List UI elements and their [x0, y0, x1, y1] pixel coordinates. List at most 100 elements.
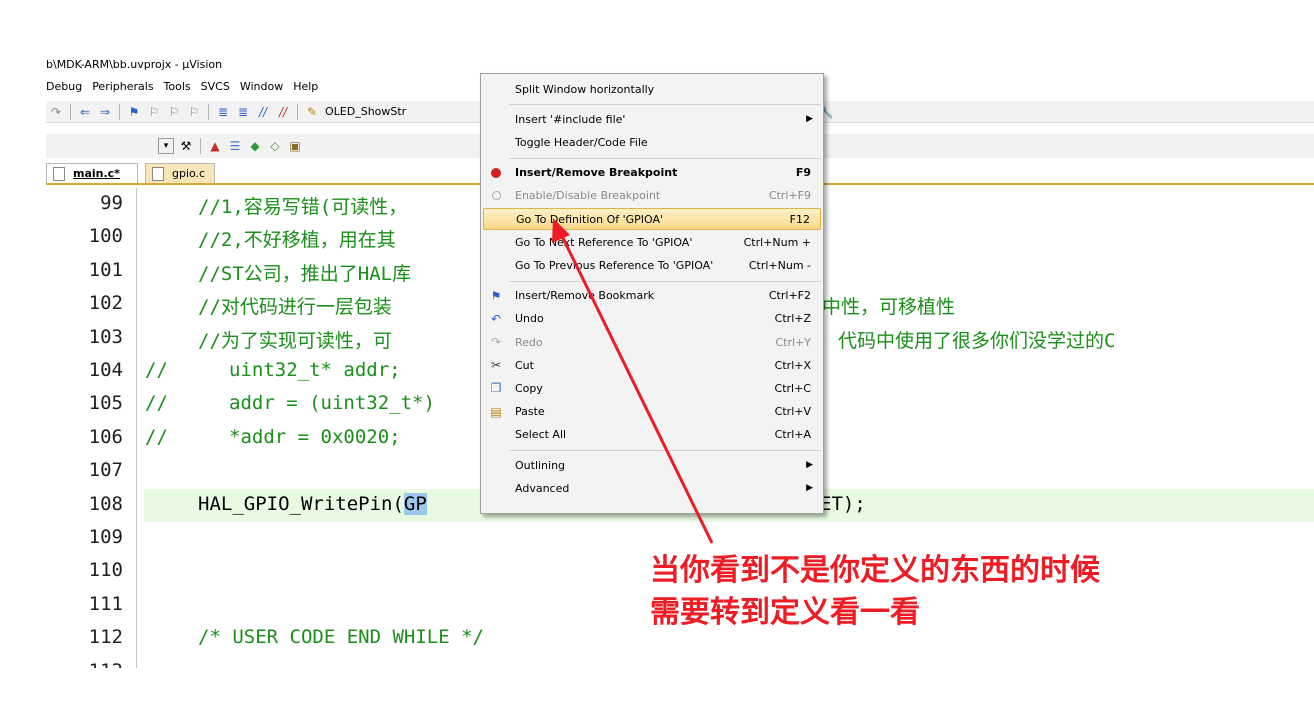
menu-item-label: Go To Definition Of 'GPIOA': [516, 212, 664, 226]
menu-item-paste[interactable]: ▤ Paste Ctrl+V: [483, 401, 821, 423]
code-line[interactable]: 113: [46, 656, 1314, 668]
comment-marker: //: [145, 359, 168, 381]
code-segment: /* USER CODE END WHILE */: [198, 626, 484, 649]
selected-identifier: GP: [403, 492, 427, 515]
pack-installer-icon[interactable]: ◇: [267, 138, 283, 154]
menu-peripherals[interactable]: Peripherals: [92, 80, 153, 96]
menu-svcs[interactable]: SVCS: [201, 80, 230, 96]
menu-window[interactable]: Window: [240, 80, 283, 96]
menu-debug[interactable]: Debug: [46, 80, 82, 96]
submenu-arrow-icon: ▶: [806, 460, 813, 470]
menu-item-go-to-previous-reference-to-gpioa[interactable]: Go To Previous Reference To 'GPIOA' Ctrl+…: [483, 254, 821, 276]
line-number: 113: [46, 660, 123, 668]
code-segment: //对代码进行一层包装: [198, 296, 392, 319]
line-number: 112: [88, 626, 123, 649]
menu-item-toggle-header-code-file[interactable]: Toggle Header/Code File: [483, 131, 821, 153]
code-text: addr = (uint32_t*): [229, 392, 435, 414]
line-number: 111: [88, 592, 123, 615]
menu-item-shortcut: Ctrl+A: [774, 428, 811, 442]
code-segment: //ST公司，推出了HAL库: [198, 262, 412, 285]
redo-icon[interactable]: ↷: [48, 104, 64, 120]
menu-item-label: Go To Next Reference To 'GPIOA': [515, 235, 693, 249]
menu-item-split-window-horizontally[interactable]: Split Window horizontally: [483, 78, 821, 100]
menu-item-advanced[interactable]: Advanced ▶: [483, 477, 821, 499]
clear-bookmarks-icon[interactable]: ⚐: [186, 104, 202, 120]
code-segment: //为了实现可读性，可: [198, 329, 392, 352]
menu-item-enable-disable-breakpoint[interactable]: Enable/Disable Breakpoint Ctrl+F9: [483, 185, 821, 207]
menu-item-go-to-next-reference-to-gpioa[interactable]: Go To Next Reference To 'GPIOA' Ctrl+Num …: [483, 231, 821, 253]
menu-item-shortcut: Ctrl+Num -: [748, 258, 811, 272]
navigate-forward-icon[interactable]: ⇒: [97, 104, 113, 120]
line-number: 100: [88, 225, 123, 248]
menu-item-redo[interactable]: ↷ Redo Ctrl+Y: [483, 331, 821, 353]
uncomment-icon[interactable]: //: [275, 104, 291, 120]
toolbar-separator: [200, 138, 201, 154]
context-menu: Split Window horizontally Insert '#includ…: [480, 73, 824, 514]
menu-separator: [509, 450, 821, 451]
menu-item-insert-remove-bookmark[interactable]: ⚑ Insert/Remove Bookmark Ctrl+F2: [483, 285, 821, 307]
tab-main-c[interactable]: main.c*: [46, 163, 138, 183]
menu-separator: [509, 157, 821, 159]
code-text: //1,容易写错(可读性，: [198, 192, 407, 219]
file-icon: [53, 166, 65, 181]
menu-item-shortcut: Ctrl+X: [774, 358, 811, 372]
manage-books-icon[interactable]: ☰: [227, 138, 243, 154]
toolbar-separator: [208, 103, 209, 120]
code-text: //对代码进行一层包装: [198, 292, 392, 319]
find-in-files-icon[interactable]: ✎: [304, 104, 320, 120]
menu-item-cut[interactable]: ✂ Cut Ctrl+X: [483, 354, 821, 376]
menu-item-insert-include-file[interactable]: Insert '#include file' ▶: [483, 108, 821, 130]
target-dropdown-icon[interactable]: ▾: [158, 138, 174, 154]
code-segment: //2,不好移植，用在其: [198, 229, 396, 252]
menu-tools[interactable]: Tools: [164, 80, 191, 96]
select-packs-icon[interactable]: ◆: [247, 138, 263, 154]
menu-item-label: Toggle Header/Code File: [515, 135, 648, 149]
menu-item-shortcut: F12: [789, 212, 810, 226]
annotation-text: 当你看到不是你定义的东西的时候 需要转到定义看一看: [650, 550, 1100, 634]
code-segment: HAL_GPIO_WritePin(: [198, 492, 404, 515]
line-number: 103: [88, 325, 123, 348]
copy-icon: ❐: [490, 381, 502, 396]
comment-icon[interactable]: //: [255, 104, 271, 120]
menu-item-label: Redo: [515, 335, 543, 349]
toolbar-separator: [70, 103, 71, 120]
code-text: //ST公司，推出了HAL库: [198, 259, 411, 286]
menu-help[interactable]: Help: [293, 80, 318, 96]
paste-icon: ▤: [490, 404, 502, 419]
manage-run-time-icon[interactable]: ▣: [287, 138, 303, 154]
function-box[interactable]: OLED_ShowStr: [325, 105, 406, 118]
code-text: *addr = 0x0020;: [229, 426, 401, 448]
tab-label: gpio.c: [172, 167, 206, 180]
tab-gpio-c[interactable]: gpio.c: [145, 163, 215, 183]
line-number: 102: [88, 292, 123, 315]
indent-icon[interactable]: ≣: [215, 104, 231, 120]
target-options-icon[interactable]: ⚒: [178, 138, 194, 154]
code-text: //为了实现可读性，可: [198, 326, 392, 353]
menu-item-label: Enable/Disable Breakpoint: [515, 189, 661, 203]
code-segment: //1,容易写错(可读性，: [198, 196, 408, 218]
navigate-back-icon[interactable]: ⇐: [77, 104, 93, 120]
menu-item-label: Insert/Remove Breakpoint: [515, 166, 678, 180]
unindent-icon[interactable]: ≣: [235, 104, 251, 120]
manage-project-icon[interactable]: ▲: [207, 138, 223, 154]
toolbar-separator: [297, 103, 298, 120]
breakpoint-disabled-icon: [488, 188, 504, 204]
menu-item-label: Advanced: [515, 481, 570, 495]
code-segment: *addr = 0x0020;: [229, 425, 401, 448]
menu-item-select-all[interactable]: Select All Ctrl+A: [483, 424, 821, 446]
menu-item-insert-remove-breakpoint[interactable]: Insert/Remove Breakpoint F9: [483, 162, 821, 184]
bookmark-icon[interactable]: ⚑: [126, 104, 142, 120]
breakpoint-icon: [488, 165, 504, 181]
toolbar-separator: [119, 103, 120, 120]
comment-marker: //: [145, 425, 168, 448]
code-text: //2,不好移植，用在其: [198, 225, 396, 252]
prev-bookmark-icon[interactable]: ⚐: [146, 104, 162, 120]
next-bookmark-icon[interactable]: ⚐: [166, 104, 182, 120]
undo-icon: ↶: [490, 311, 502, 326]
menu-item-outlining[interactable]: Outlining ▶: [483, 454, 821, 476]
menu-item-undo[interactable]: ↶ Undo Ctrl+Z: [483, 308, 821, 330]
submenu-arrow-icon: ▶: [806, 483, 813, 494]
menu-item-label: Outlining: [515, 458, 566, 472]
menu-item-go-to-definition-of-gpioa[interactable]: Go To Definition Of 'GPIOA' F12: [483, 208, 821, 230]
menu-item-copy[interactable]: ❐ Copy Ctrl+C: [483, 377, 821, 399]
